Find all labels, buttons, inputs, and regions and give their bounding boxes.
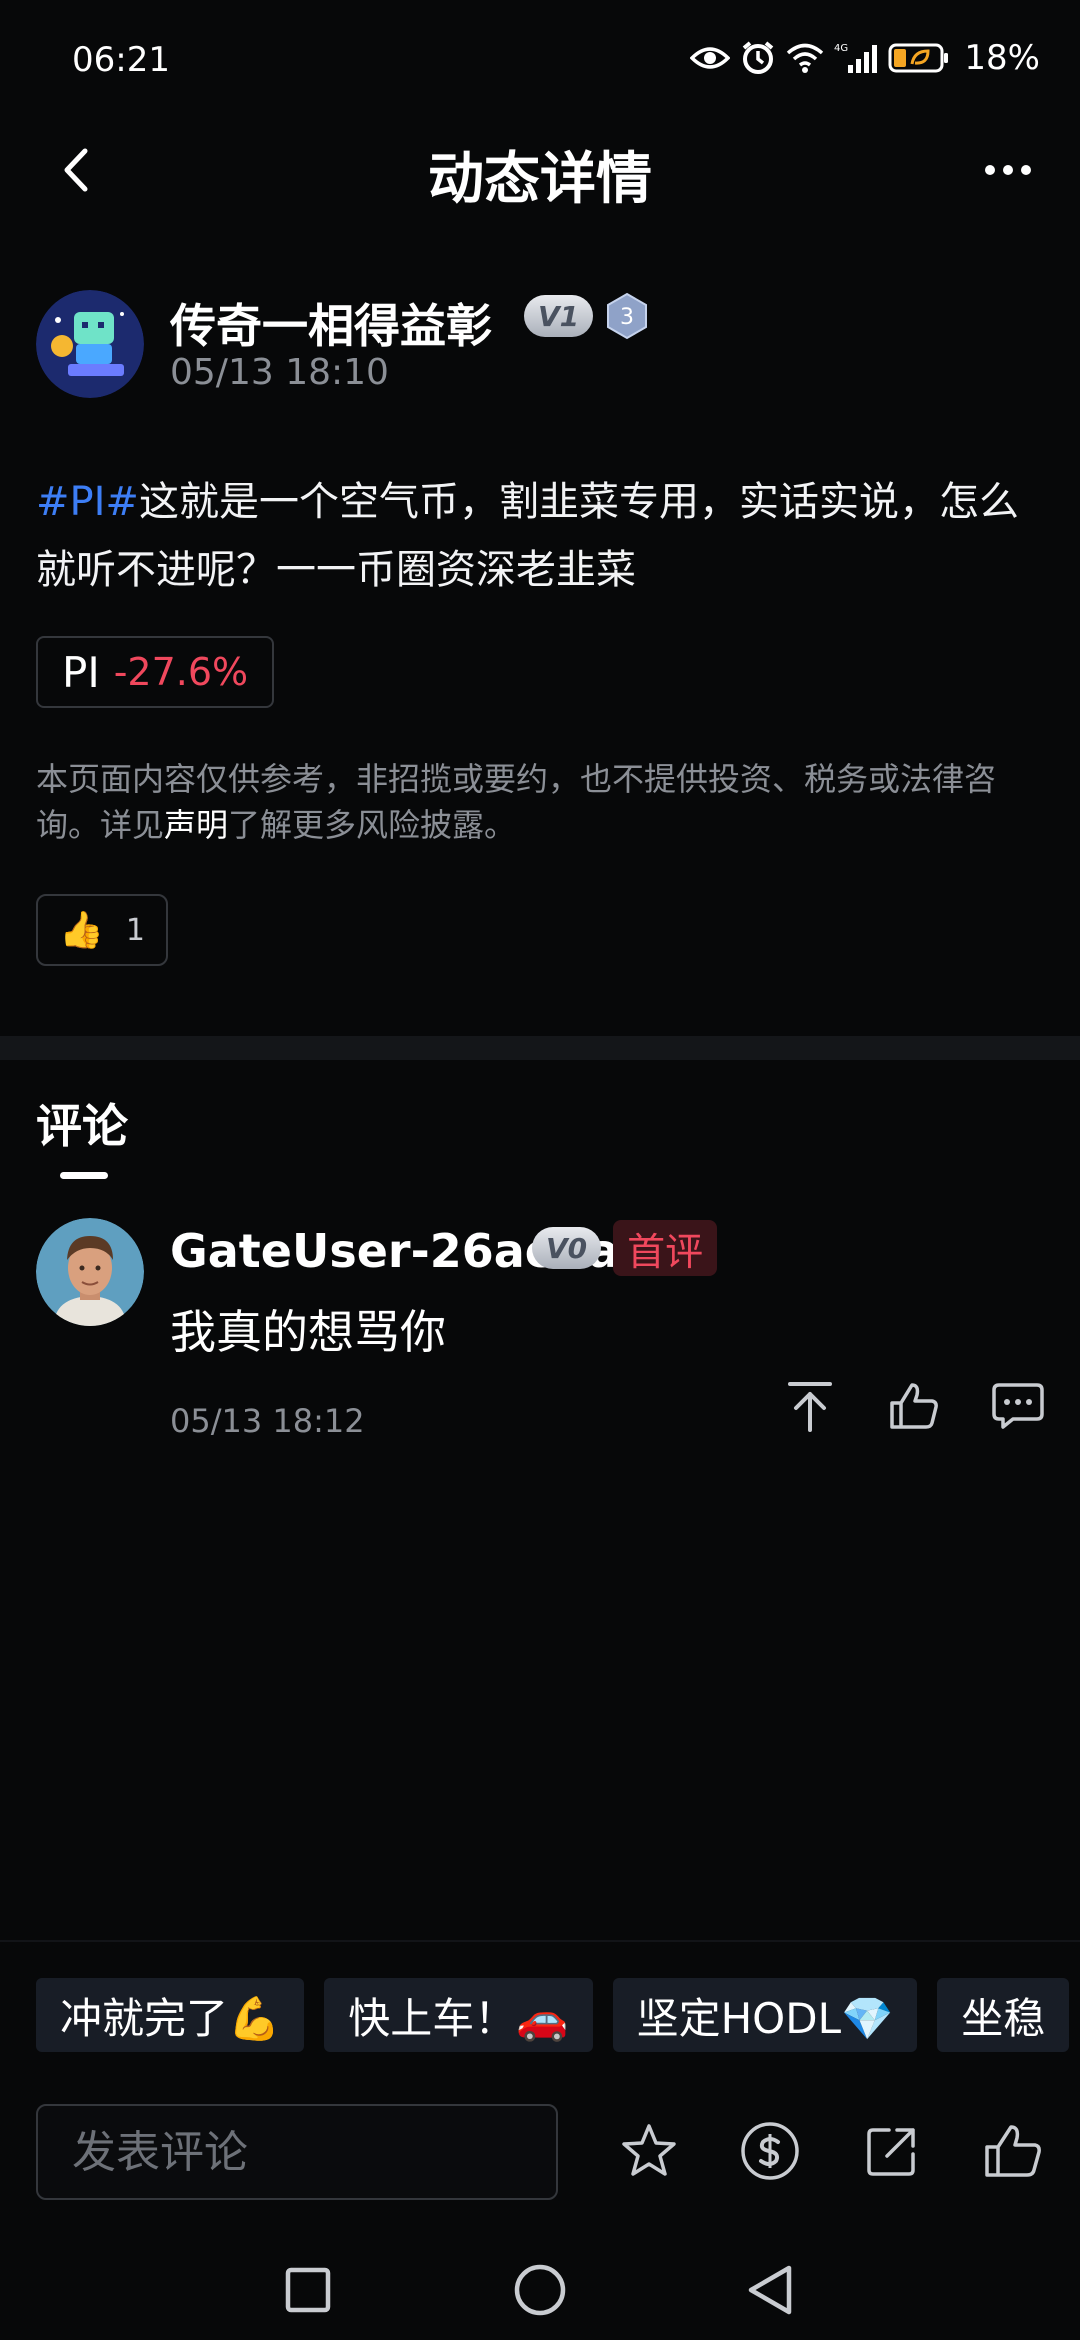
share-icon xyxy=(866,2128,915,2176)
author-avatar[interactable] xyxy=(36,290,144,398)
signal-4g-icon: 4G xyxy=(834,41,878,75)
back-nav-button[interactable] xyxy=(740,2260,800,2320)
reply-icon xyxy=(992,1383,1044,1429)
thumbs-up-emoji: 👍 xyxy=(59,910,104,951)
quick-reply-chip[interactable]: 坐稳 xyxy=(937,1978,1070,2052)
share-button[interactable] xyxy=(859,2118,925,2184)
circle-icon xyxy=(514,2264,566,2316)
comment-actions xyxy=(782,1378,1046,1434)
reaction-count: 1 xyxy=(125,912,145,948)
post-content: #PI#这就是一个空气币，割韭菜专用，实话实说，怎么就听不进呢？一一币圈资深老韭… xyxy=(36,468,1036,604)
thumbs-up-icon xyxy=(890,1383,938,1429)
more-horizontal-icon xyxy=(985,165,995,175)
home-button[interactable] xyxy=(510,2260,570,2320)
comment-item: GateUser-26ae1a1c V0 首评 我真的想骂你 05/13 18:… xyxy=(36,1218,1046,1448)
author-name[interactable]: 传奇一相得益彰 xyxy=(170,290,492,356)
status-time: 06:21 xyxy=(72,40,170,80)
commenter-avatar[interactable] xyxy=(36,1218,144,1326)
comment-input[interactable] xyxy=(36,2104,558,2200)
alarm-icon xyxy=(740,40,776,76)
wifi-icon xyxy=(786,42,824,74)
tip-coin-icon xyxy=(741,2122,800,2180)
author-badges: V1 3 xyxy=(524,292,649,340)
triangle-back-icon xyxy=(748,2265,792,2315)
hashtag-link[interactable]: #PI# xyxy=(36,479,139,525)
post-like-button[interactable] xyxy=(980,2118,1046,2184)
quick-replies: 冲就完了💪 快上车！🚗 坚定HODL💎 坐稳 xyxy=(36,1978,1080,2054)
first-comment-badge: 首评 xyxy=(613,1220,718,1276)
divider xyxy=(0,1940,1080,1942)
comment-text: 我真的想骂你 xyxy=(170,1305,446,1359)
bottom-actions xyxy=(616,2118,1046,2184)
level-badge: 3 xyxy=(605,292,649,340)
comment-like-button[interactable] xyxy=(886,1378,942,1434)
status-bar: 06:21 4G 18% xyxy=(0,0,1080,120)
battery-saver-icon xyxy=(888,42,950,74)
vip-badge: V0 xyxy=(532,1227,602,1269)
disclaimer-text-end: 了解更多风险披露。 xyxy=(228,806,517,844)
eye-icon xyxy=(690,43,731,73)
post-text: 这就是一个空气币，割韭菜专用，实话实说，怎么就听不进呢？一一币圈资深老韭菜 xyxy=(36,479,1019,593)
vip-badge: V1 xyxy=(524,295,594,337)
svg-text:4G: 4G xyxy=(834,43,848,54)
level-number: 3 xyxy=(620,305,634,330)
header: 动态详情 xyxy=(0,120,1080,220)
comment-time: 05/13 18:12 xyxy=(170,1402,365,1440)
disclaimer: 本页面内容仅供参考，非招揽或要约，也不提供投资、税务或法律咨询。详见声明了解更多… xyxy=(36,756,1046,848)
reaction-chip[interactable]: 👍 1 xyxy=(36,894,168,966)
pin-top-button[interactable] xyxy=(782,1378,838,1434)
quick-reply-chip[interactable]: 冲就完了💪 xyxy=(36,1978,305,2052)
status-icons: 4G 18% xyxy=(690,38,1040,78)
section-divider xyxy=(0,1036,1080,1060)
favorite-button[interactable] xyxy=(616,2118,682,2184)
disclaimer-link[interactable]: 声明 xyxy=(164,806,228,844)
robot-avatar xyxy=(36,290,144,398)
tip-button[interactable] xyxy=(737,2118,803,2184)
page-title: 动态详情 xyxy=(428,147,652,212)
battery-percent: 18% xyxy=(964,38,1040,78)
comment-reply-button[interactable] xyxy=(990,1378,1046,1434)
thumbs-up-icon xyxy=(985,2125,1041,2177)
comments-title: 评论 xyxy=(36,1099,128,1153)
post-author: 传奇一相得益彰 V1 3 05/13 18:10 xyxy=(36,290,1036,400)
ticker-symbol: PI xyxy=(62,647,100,697)
ticker-change: -27.6% xyxy=(113,650,249,694)
quick-reply-chip[interactable]: 坚定HODL💎 xyxy=(612,1978,918,2052)
pin-top-icon xyxy=(788,1382,832,1432)
post-timestamp: 05/13 18:10 xyxy=(170,352,389,393)
square-icon xyxy=(285,2267,331,2313)
system-nav-bar xyxy=(0,2240,1080,2340)
comments-tab-indicator xyxy=(60,1172,108,1179)
recent-apps-button[interactable] xyxy=(278,2260,338,2320)
quick-reply-chip[interactable]: 快上车！🚗 xyxy=(324,1978,593,2052)
more-button[interactable] xyxy=(976,148,1040,192)
commenter-badges: V0 首评 xyxy=(532,1220,718,1276)
ticker-chip[interactable]: PI -27.6% xyxy=(36,636,275,708)
star-icon xyxy=(622,2124,676,2176)
